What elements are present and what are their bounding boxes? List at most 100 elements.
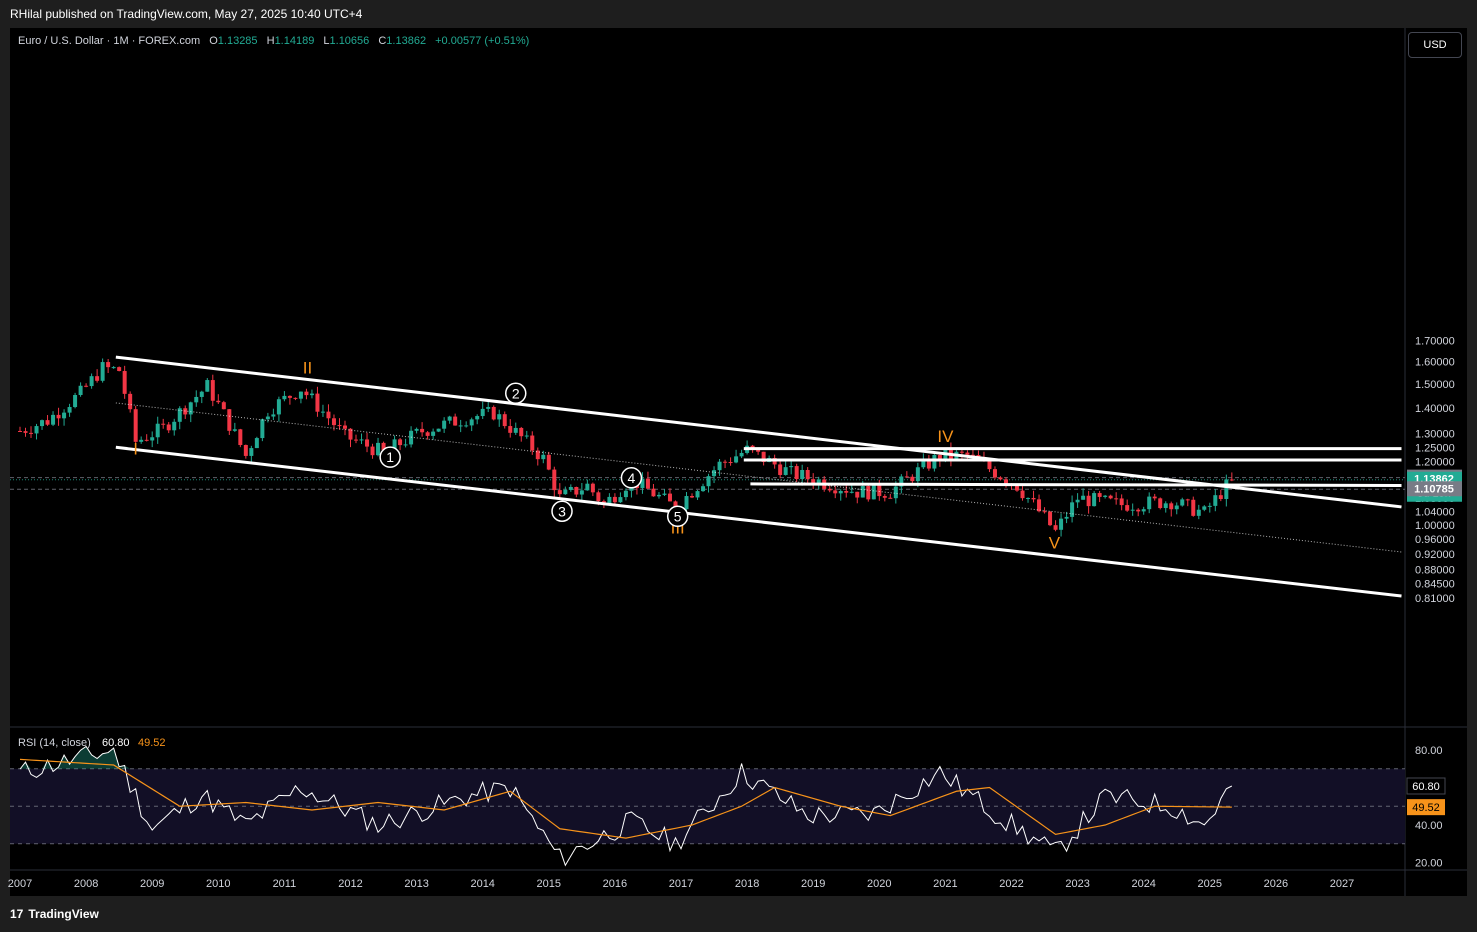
candle-body bbox=[1202, 506, 1207, 510]
candle-body bbox=[1086, 495, 1091, 507]
symbol-name: Euro / U.S. Dollar · 1M · FOREX.com bbox=[18, 35, 201, 47]
candle-body bbox=[519, 427, 524, 437]
currency-button[interactable]: USD bbox=[1408, 32, 1462, 58]
rsi-pane: RSI (14, close) 60.80 49.52 bbox=[10, 737, 1405, 867]
candle-body bbox=[403, 444, 408, 446]
x-tick-label: 2020 bbox=[867, 878, 891, 890]
candle-body bbox=[695, 491, 700, 498]
candle-body bbox=[524, 435, 529, 437]
candle-body bbox=[579, 490, 584, 495]
candle-body bbox=[1147, 496, 1152, 510]
candle-body bbox=[117, 367, 122, 372]
candle-body bbox=[89, 376, 94, 387]
candle-body bbox=[67, 407, 72, 413]
candle-body bbox=[480, 408, 485, 417]
candle-body bbox=[888, 497, 893, 499]
candle-body bbox=[243, 445, 248, 456]
candle-body bbox=[965, 452, 970, 455]
y-tick-label: 0.88000 bbox=[1415, 564, 1455, 576]
candle-body bbox=[728, 462, 733, 464]
y-tick-label: 1.70000 bbox=[1415, 335, 1455, 347]
candle-body bbox=[29, 432, 34, 434]
candle-body bbox=[337, 425, 342, 427]
x-tick-label: 2023 bbox=[1065, 878, 1089, 890]
candle-body bbox=[139, 439, 144, 442]
change-value: +0.00577 (+0.51%) bbox=[435, 35, 530, 47]
candle-body bbox=[271, 414, 276, 417]
candle-body bbox=[287, 395, 292, 398]
candle-body bbox=[1053, 525, 1058, 530]
candle-body bbox=[177, 408, 182, 422]
candle-body bbox=[150, 437, 155, 441]
candle-body bbox=[502, 414, 507, 427]
candle-body bbox=[904, 476, 909, 478]
candle-body bbox=[199, 391, 204, 397]
low-value: 1.10656 bbox=[329, 35, 370, 47]
rsi-y-tick: 80.00 bbox=[1415, 745, 1443, 757]
x-tick-label: 2022 bbox=[999, 878, 1023, 890]
candle-body bbox=[420, 428, 425, 433]
rsi-y-tick: 20.00 bbox=[1415, 858, 1443, 870]
y-tick-label: 1.40000 bbox=[1415, 403, 1455, 415]
candle-body bbox=[1048, 511, 1053, 526]
candle-body bbox=[987, 460, 992, 470]
candle-body bbox=[701, 486, 706, 492]
candle-body bbox=[18, 430, 22, 432]
open-label: O bbox=[209, 35, 218, 47]
rsi-tag-value: 60.80 bbox=[1412, 781, 1440, 793]
candle-body bbox=[122, 371, 127, 394]
rsi-overbought-fill bbox=[20, 746, 133, 769]
candle-body bbox=[249, 448, 254, 456]
candle-body bbox=[805, 469, 810, 480]
candle-body bbox=[1174, 505, 1179, 510]
x-tick-label: 2008 bbox=[74, 878, 98, 890]
candle-body bbox=[1108, 495, 1113, 499]
y-tick-label: 1.00000 bbox=[1415, 520, 1455, 532]
candle-body bbox=[144, 439, 149, 441]
price-tag-value: 1.10785 bbox=[1414, 483, 1454, 495]
chart-canvas[interactable]: IIIIIIIVV12345 RSI (14, close) 60.80 49.52… bbox=[0, 0, 1477, 932]
x-tick-label: 2024 bbox=[1131, 878, 1155, 890]
candle-body bbox=[359, 439, 364, 441]
candle-body bbox=[1119, 498, 1124, 506]
candle-body bbox=[320, 411, 325, 413]
candle-body bbox=[100, 362, 105, 381]
candle-body bbox=[155, 423, 160, 438]
candle-body bbox=[265, 416, 270, 420]
candle-body bbox=[315, 393, 320, 412]
candle-body bbox=[78, 385, 83, 395]
candle-body bbox=[56, 414, 61, 419]
candle-body bbox=[1092, 493, 1097, 507]
candle-body bbox=[1185, 499, 1190, 501]
candle-body bbox=[541, 454, 546, 460]
rsi-tag-value: 49.52 bbox=[1412, 802, 1440, 814]
close-value: 1.13862 bbox=[386, 35, 427, 47]
candle-body bbox=[1059, 518, 1064, 530]
candle-body bbox=[1152, 496, 1157, 499]
candle-body bbox=[717, 461, 722, 471]
wave-labels: IIIIIIIVV12345 bbox=[133, 359, 1060, 553]
candle-body bbox=[1026, 497, 1031, 499]
candle-body bbox=[915, 467, 920, 482]
grid-lines bbox=[10, 28, 1467, 896]
candle-body bbox=[1042, 511, 1047, 513]
candle-body bbox=[992, 469, 997, 478]
y-tick-label: 1.25000 bbox=[1415, 442, 1455, 454]
candle-body bbox=[254, 438, 259, 449]
candle-body bbox=[216, 400, 221, 403]
candle-body bbox=[612, 496, 617, 503]
candle-body bbox=[111, 367, 116, 369]
candle-body bbox=[568, 486, 573, 490]
y-tick-label: 0.81000 bbox=[1415, 593, 1455, 605]
candle-body bbox=[475, 416, 480, 420]
wave-label-major: II bbox=[303, 359, 312, 378]
candle-body bbox=[574, 486, 579, 495]
x-tick-label: 2019 bbox=[801, 878, 825, 890]
y-tick-label: 0.96000 bbox=[1415, 534, 1455, 546]
candle-body bbox=[513, 427, 518, 433]
x-tick-label: 2015 bbox=[537, 878, 561, 890]
candle-body bbox=[491, 406, 496, 420]
candle-body bbox=[508, 426, 513, 433]
candle-body bbox=[623, 490, 628, 498]
candle-body bbox=[326, 411, 331, 419]
